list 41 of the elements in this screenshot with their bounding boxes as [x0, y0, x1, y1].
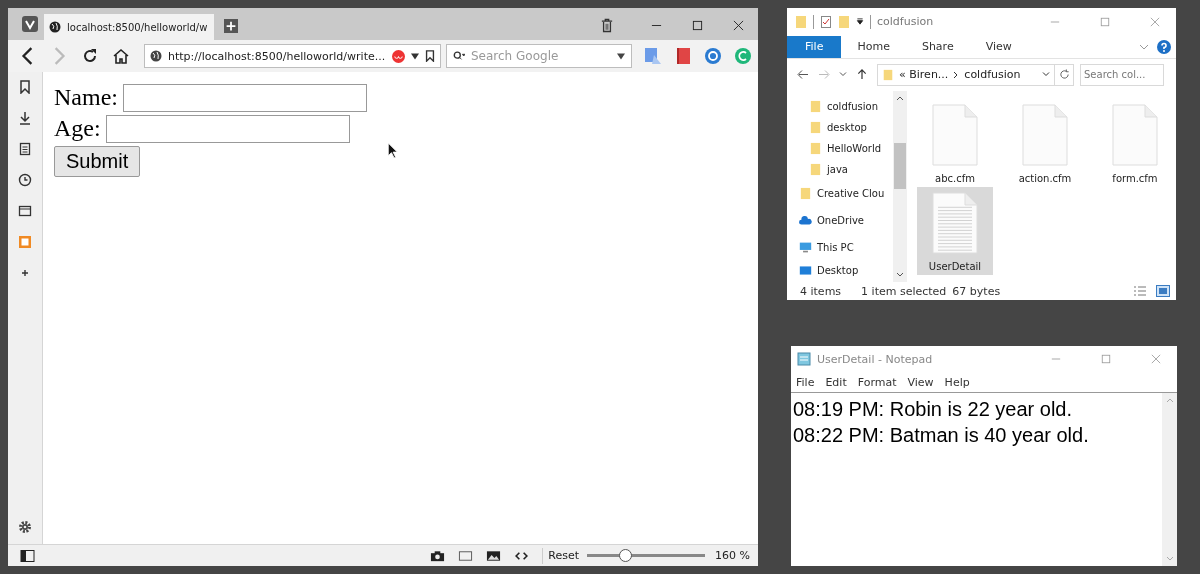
- status-text: 67 bytes: [952, 284, 1001, 298]
- address-bar[interactable]: « Biren... coldfusion: [877, 63, 1055, 86]
- window-title: coldfusion: [877, 15, 934, 29]
- address-bar[interactable]: http://localhost:8500/helloworld/write...: [144, 44, 441, 68]
- nav-item[interactable]: Desktop: [787, 260, 893, 281]
- field-label: Name:: [54, 84, 118, 111]
- menu-item[interactable]: View: [907, 375, 934, 389]
- submit-button[interactable]: Submit: [54, 146, 141, 177]
- ribbon-tab[interactable]: Home: [841, 35, 906, 58]
- nav-item[interactable]: java: [787, 158, 893, 180]
- menu-item[interactable]: File: [796, 375, 815, 389]
- text-line: 08:19 PM: Robin is 22 year old.: [793, 397, 1074, 422]
- ribbon-tab[interactable]: File: [787, 35, 842, 58]
- text-line: 08:22 PM: Batman is 40 year old.: [793, 423, 1090, 448]
- search-field[interactable]: Search col...: [1080, 63, 1164, 86]
- nav-item[interactable]: Creative Clou: [787, 179, 893, 207]
- nav-item[interactable]: desktop: [787, 116, 893, 138]
- breadcrumb[interactable]: « Biren...: [899, 68, 949, 82]
- search-field[interactable]: Search Google: [446, 44, 632, 68]
- status-text: 1 item selected: [861, 284, 947, 298]
- menu-item[interactable]: Help: [944, 375, 970, 389]
- document-tile[interactable]: form.cfm: [1097, 98, 1173, 187]
- menu-item[interactable]: Format: [857, 375, 897, 389]
- nav-item[interactable]: This PC: [787, 233, 893, 261]
- ribbon-tab[interactable]: Share: [905, 35, 970, 58]
- document-tile[interactable]: abc.cfm: [917, 98, 993, 187]
- reset-link[interactable]: Reset: [548, 549, 580, 562]
- zoom-level: 160 %: [715, 549, 750, 562]
- document-tile[interactable]: UserDetail: [917, 186, 993, 275]
- status-text: 4 items: [800, 284, 842, 298]
- menu-item[interactable]: Edit: [825, 375, 847, 389]
- window-title: UserDetail - Notepad: [817, 352, 933, 366]
- ribbon-tab[interactable]: View: [969, 35, 1028, 58]
- field-label: Age:: [54, 115, 101, 142]
- search-input[interactable]: Search Google: [469, 48, 613, 64]
- document-tile[interactable]: action.cfm: [1007, 98, 1083, 187]
- browser-tab[interactable]: localhost:8500/helloworld/w: [44, 14, 214, 40]
- nav-item[interactable]: OneDrive: [787, 206, 893, 234]
- nav-item[interactable]: coldfusion: [787, 95, 893, 117]
- nav-item[interactable]: HelloWorld: [787, 137, 893, 159]
- breadcrumb[interactable]: coldfusion: [964, 68, 1021, 82]
